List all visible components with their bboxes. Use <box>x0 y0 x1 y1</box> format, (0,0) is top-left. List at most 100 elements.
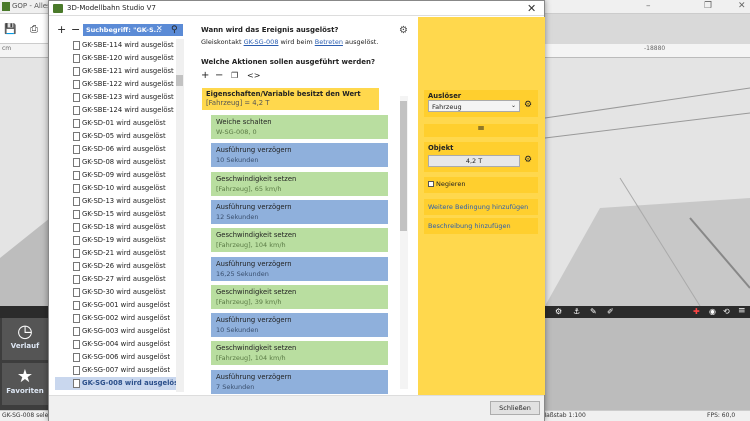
list-item[interactable]: GK-SD-26 wird ausgelöst <box>55 260 179 273</box>
trigger-gear-icon[interactable]: ⚙ <box>524 100 532 110</box>
clear-search-icon[interactable]: ✕ <box>156 24 163 33</box>
favorites-button[interactable]: ★ Favoriten <box>2 363 48 405</box>
actions-scrollbar-thumb[interactable] <box>400 101 407 231</box>
list-item[interactable]: GK-SD-09 wird ausgelöst <box>55 169 179 182</box>
list-item-label: GK-SBE-121 wird ausgelöst <box>82 67 174 75</box>
list-item[interactable]: GK-SD-13 wird ausgelöst <box>55 195 179 208</box>
list-item[interactable]: GK-SD-05 wird ausgelöst <box>55 130 179 143</box>
list-item[interactable]: GK-SD-19 wird ausgelöst <box>55 234 179 247</box>
list-item[interactable]: GK-SD-27 wird ausgelöst <box>55 273 179 286</box>
list-item[interactable]: GK-SBE-121 wird ausgelöst <box>55 65 179 78</box>
add-action-icon[interactable]: + <box>201 71 209 81</box>
checkbox-icon[interactable] <box>428 181 434 187</box>
list-item[interactable]: GK-SD-06 wird ausgelöst <box>55 143 179 156</box>
save-icon[interactable]: 💾 <box>4 24 16 35</box>
contact-link[interactable]: GK-SG-008 <box>244 38 279 46</box>
document-icon <box>73 158 80 167</box>
document-icon <box>73 223 80 232</box>
list-item[interactable]: GK-SD-21 wird ausgelöst <box>55 247 179 260</box>
action-title: Geschwindigkeit setzen <box>216 344 297 353</box>
list-item[interactable]: GK-SBE-124 wird ausgelöst <box>55 104 179 117</box>
action-block[interactable]: Geschwindigkeit setzen [Fahrzeug], 65 km/… <box>211 171 388 196</box>
event-list: GK-SBE-114 wird ausgelöst GK-SBE-120 wird… <box>55 39 179 392</box>
link-icon[interactable]: ⟲ <box>723 307 730 316</box>
list-item[interactable]: GK-SD-18 wird ausgelöst <box>55 221 179 234</box>
action-title: Ausführung verzögern <box>216 316 292 325</box>
list-item[interactable]: GK-SD-30 wird ausgelöst <box>55 286 179 299</box>
list-item[interactable]: GK-SBE-122 wird ausgelöst <box>55 78 179 91</box>
code-icon[interactable]: <> <box>247 71 260 81</box>
action-block[interactable]: Ausführung verzögern 10 Sekunden <box>211 313 388 338</box>
list-item-label: GK-SD-30 wird ausgelöst <box>82 288 166 296</box>
dialog-title: 3D-Modellbahn Studio V7 <box>67 4 156 12</box>
list-item[interactable]: GK-SD-08 wird ausgelöst <box>55 156 179 169</box>
trigger-select[interactable]: Fahrzeug ⌄ <box>428 100 520 112</box>
negate-checkbox[interactable]: Negieren <box>428 180 465 188</box>
list-item-label: GK-SBE-122 wird ausgelöst <box>82 80 174 88</box>
action-detail: 16,25 Sekunden <box>216 269 269 278</box>
list-item-label: GK-SG-003 wird ausgelöst <box>82 327 170 335</box>
trigger-action-link[interactable]: Betreten <box>315 38 343 46</box>
list-item[interactable]: GK-SG-003 wird ausgelöst <box>55 325 179 338</box>
maximize-icon[interactable]: ❐ <box>704 1 712 11</box>
minimize-icon[interactable]: – <box>646 1 651 11</box>
ruler-tick: -18880 <box>644 45 666 52</box>
condition-title: Eigenschaften/Variable besitzt den Wert <box>206 90 361 98</box>
document-icon <box>73 93 80 102</box>
list-item-label: GK-SG-007 wird ausgelöst <box>82 366 170 374</box>
search-field[interactable]: Suchbegriff: "GK-S... <box>83 24 183 36</box>
brush-icon[interactable]: ✐ <box>607 307 614 316</box>
copy-icon[interactable]: ❐ <box>231 71 238 81</box>
gear-icon[interactable]: ⚙ <box>555 307 562 316</box>
action-block[interactable]: Weiche schalten W-SG-008, 0 <box>211 115 388 139</box>
add-icon[interactable]: + <box>57 24 66 35</box>
list-scrollbar[interactable] <box>176 39 184 392</box>
document-icon <box>73 249 80 258</box>
object-value-field[interactable]: 4,2 T <box>428 155 520 167</box>
close-icon[interactable]: ✕ <box>527 2 536 15</box>
list-item[interactable]: GK-SD-15 wird ausgelöst <box>55 208 179 221</box>
event-settings-gear-icon[interactable]: ⚙ <box>399 25 408 36</box>
wrench-icon[interactable]: ✎ <box>590 307 597 316</box>
action-block[interactable]: Geschwindigkeit setzen [Fahrzeug], 39 km/… <box>211 284 388 309</box>
list-item[interactable]: GK-SD-10 wird ausgelöst <box>55 182 179 195</box>
remove-icon[interactable]: − <box>71 24 80 35</box>
add-condition-link[interactable]: Weitere Bedingung hinzufügen <box>424 199 538 215</box>
add-description-link[interactable]: Beschreibung hinzufügen <box>424 218 538 234</box>
history-button[interactable]: ◷ Verlauf <box>2 318 48 360</box>
menu-icon[interactable]: ≡ <box>738 306 746 316</box>
action-block[interactable]: Ausführung verzögern 7 Sekunden <box>211 369 388 394</box>
list-item-label: GK-SG-008 wird ausgelöst <box>82 379 179 387</box>
search-icon[interactable]: ⚲ <box>171 25 178 35</box>
list-scrollbar-thumb[interactable] <box>176 75 183 86</box>
list-item[interactable]: GK-SG-008 wird ausgelöst <box>55 377 179 390</box>
action-block[interactable]: Ausführung verzögern 12 Sekunden <box>211 199 388 224</box>
event-dialog: 3D-Modellbahn Studio V7 ✕ + − Suchbegrif… <box>48 0 545 421</box>
action-block[interactable]: Geschwindigkeit setzen [Fahrzeug], 104 km… <box>211 341 388 366</box>
eye-icon[interactable]: ◉ <box>709 307 716 316</box>
document-icon <box>73 262 80 271</box>
list-item-label: GK-SG-006 wird ausgelöst <box>82 353 170 361</box>
close-icon[interactable]: ✕ <box>738 1 746 11</box>
action-block[interactable]: Geschwindigkeit setzen [Fahrzeug], 104 km… <box>211 228 388 253</box>
pin-icon[interactable]: ✚ <box>693 307 700 316</box>
list-item[interactable]: GK-SG-006 wird ausgelöst <box>55 351 179 364</box>
list-item[interactable]: GK-SBE-123 wird ausgelöst <box>55 91 179 104</box>
action-block[interactable]: Ausführung verzögern 16,25 Sekunden <box>211 256 388 281</box>
list-item[interactable]: GK-SBE-120 wird ausgelöst <box>55 52 179 65</box>
list-item[interactable]: GK-SBE-114 wird ausgelöst <box>55 39 179 52</box>
list-item[interactable]: GK-SG-007 wird ausgelöst <box>55 364 179 377</box>
print-icon[interactable]: ⎙ <box>30 24 38 35</box>
list-item-label: GK-SG-002 wird ausgelöst <box>82 314 170 322</box>
object-gear-icon[interactable]: ⚙ <box>524 155 532 165</box>
list-item[interactable]: GK-SG-001 wird ausgelöst <box>55 299 179 312</box>
tool-icon[interactable]: ⚓ <box>573 307 580 316</box>
action-block[interactable]: Ausführung verzögern 10 Sekunden <box>211 143 388 168</box>
list-item[interactable]: GK-SD-01 wird ausgelöst <box>55 117 179 130</box>
condition-detail: [Fahrzeug] = 4,2 T <box>206 99 270 107</box>
close-button[interactable]: Schließen <box>490 401 540 415</box>
remove-action-icon[interactable]: − <box>215 71 223 81</box>
list-item[interactable]: GK-SG-004 wird ausgelöst <box>55 338 179 351</box>
condition-block[interactable]: Eigenschaften/Variable besitzt den Wert … <box>202 88 379 110</box>
list-item[interactable]: GK-SG-002 wird ausgelöst <box>55 312 179 325</box>
